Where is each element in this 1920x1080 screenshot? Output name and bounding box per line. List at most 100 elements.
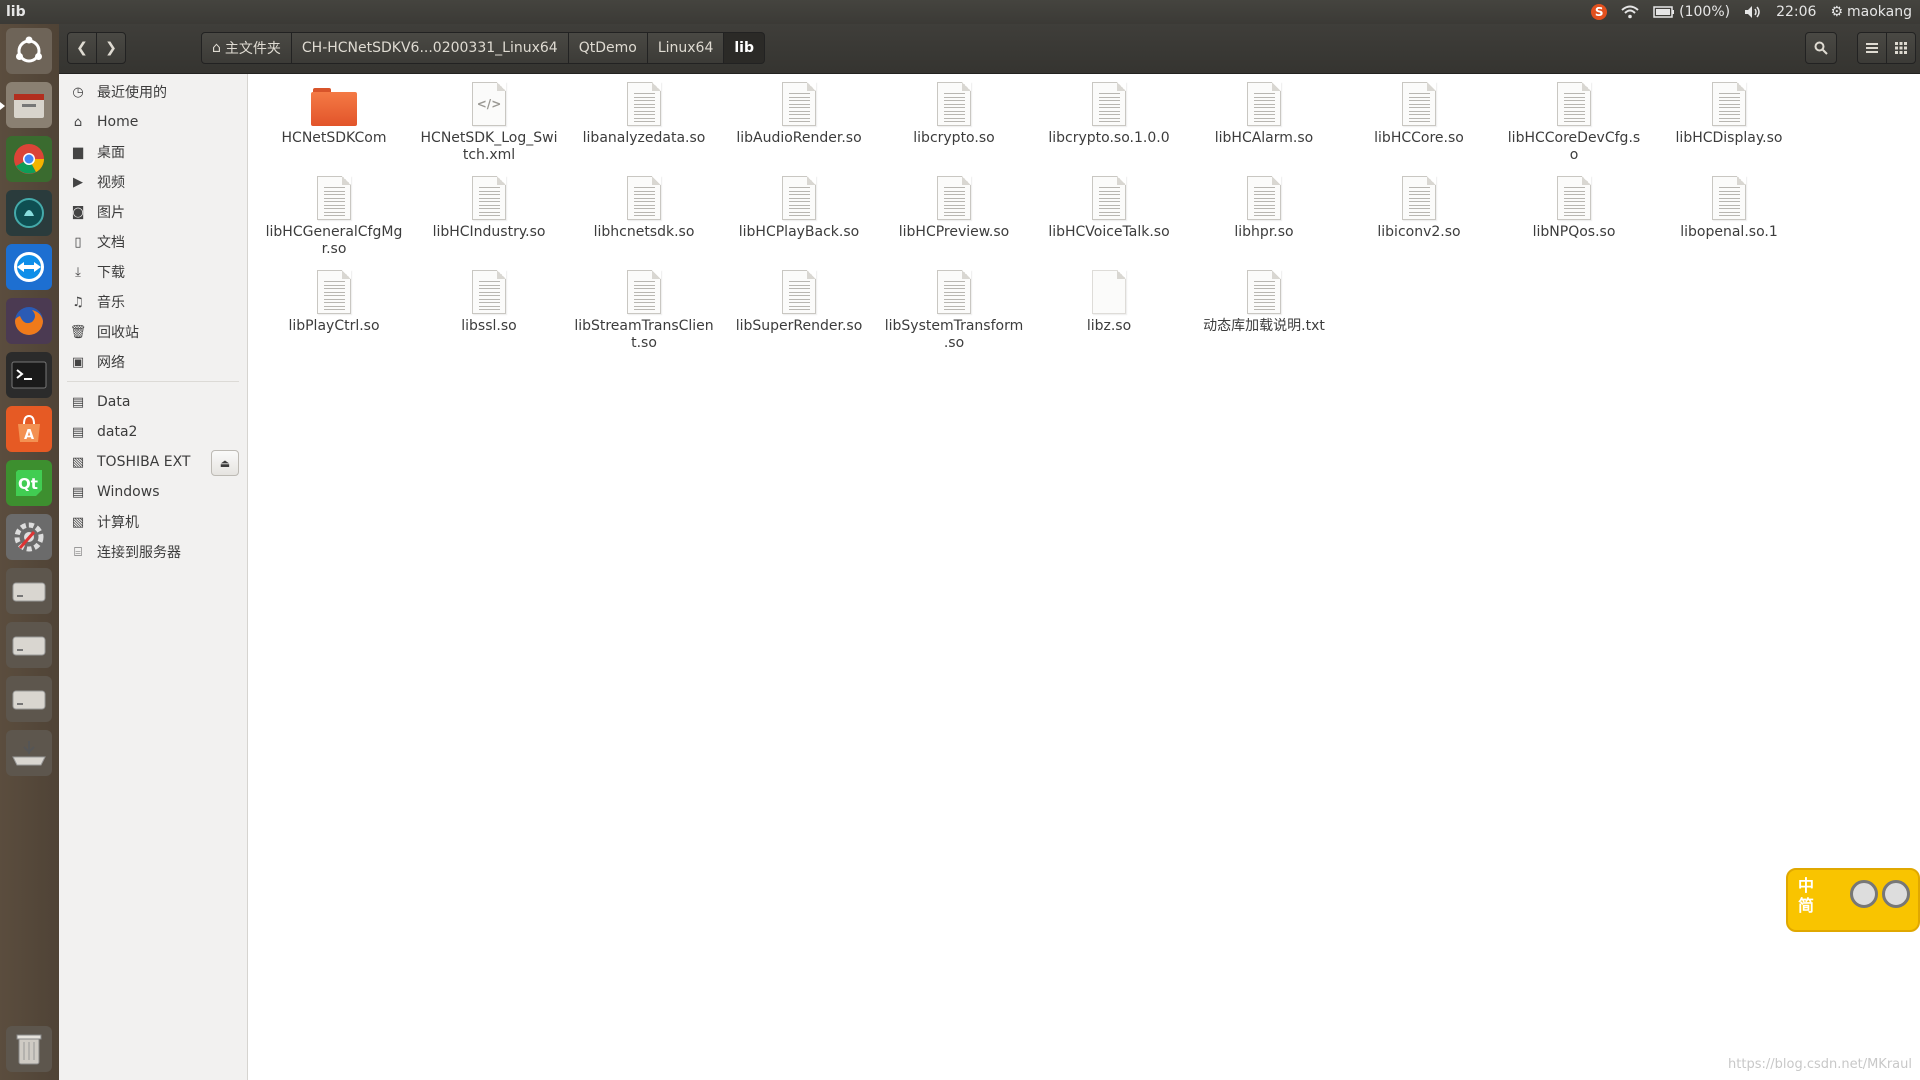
file-item[interactable]: libPlayCtrl.so (259, 270, 409, 335)
file-item[interactable]: libSuperRender.so (724, 270, 874, 335)
file-name: libiconv2.so (1377, 224, 1461, 240)
file-item[interactable]: libHCVoiceTalk.so (1034, 176, 1184, 241)
drive-icon[interactable] (6, 568, 52, 614)
files-app-icon[interactable] (6, 82, 52, 128)
sidebar-item-home[interactable]: ⌂ Home (59, 107, 247, 137)
top-panel: lib S (100%) 22:06 ⚙ maokang (0, 0, 1920, 24)
file-item[interactable]: libhcnetsdk.so (569, 176, 719, 241)
file-item[interactable]: libiconv2.so (1344, 176, 1494, 241)
sidebar-item-pictures[interactable]: ◙ 图片 (59, 197, 247, 227)
file-item[interactable]: HCNetSDKCom (259, 82, 409, 147)
ime-status-widget[interactable]: 中 简 (1786, 868, 1920, 932)
wifi-icon[interactable] (1621, 5, 1639, 19)
sidebar-item-data[interactable]: ▤ Data (59, 387, 247, 417)
breadcrumb-qtdemo[interactable]: QtDemo (568, 32, 648, 64)
file-name: libhpr.so (1234, 224, 1294, 240)
document-icon (317, 176, 351, 220)
terminal-icon[interactable] (6, 352, 52, 398)
file-name: HCNetSDK_Log_Switch.xml (420, 130, 558, 163)
session-menu[interactable]: ⚙ maokang (1830, 0, 1912, 24)
file-item[interactable]: libssl.so (414, 270, 564, 335)
clock[interactable]: 22:06 (1776, 0, 1816, 24)
sidebar-item-trash[interactable]: 🗑 回收站 (59, 317, 247, 347)
file-item[interactable]: libNPQos.so (1499, 176, 1649, 241)
file-item[interactable]: libhpr.so (1189, 176, 1339, 241)
file-item[interactable]: libHCIndustry.so (414, 176, 564, 241)
breadcrumb-lib[interactable]: lib (724, 32, 765, 64)
sidebar-item-computer[interactable]: ▧ 计算机 (59, 507, 247, 537)
forward-button[interactable]: ❯ (96, 32, 126, 64)
breadcrumb-sdk-folder[interactable]: CH-HCNetSDKV6...0200331_Linux64 (291, 32, 569, 64)
file-item[interactable]: libHCDisplay.so (1654, 82, 1804, 147)
sidebar-item-recent[interactable]: ◷ 最近使用的 (59, 77, 247, 107)
sidebar-item-windows[interactable]: ▤ Windows (59, 477, 247, 507)
svg-text:Qt: Qt (18, 475, 38, 493)
file-item[interactable]: libHCCore.so (1344, 82, 1494, 147)
system-settings-icon[interactable] (6, 514, 52, 560)
sidebar-item-videos[interactable]: ▶ 视频 (59, 167, 247, 197)
back-button[interactable]: ❮ (67, 32, 97, 64)
file-item[interactable]: libopenal.so.1 (1654, 176, 1804, 241)
drive-icon: ▤ (71, 484, 85, 500)
file-item[interactable]: libHCPreview.so (879, 176, 1029, 241)
software-center-icon[interactable]: A (6, 406, 52, 452)
file-name: libHCPreview.so (898, 224, 1010, 240)
file-item[interactable]: libHCGeneralCfgMgr.so (259, 176, 409, 258)
file-item[interactable]: </> HCNetSDK_Log_Switch.xml (414, 82, 564, 164)
file-item[interactable]: libcrypto.so.1.0.0 (1034, 82, 1184, 147)
sidebar-item-documents[interactable]: ▯ 文档 (59, 227, 247, 257)
file-item[interactable]: libHCAlarm.so (1189, 82, 1339, 147)
drive-icon[interactable] (6, 622, 52, 668)
sidebar-item-data2[interactable]: ▤ data2 (59, 417, 247, 447)
file-name: libHCDisplay.so (1675, 130, 1783, 146)
eject-button[interactable]: ⏏ (211, 450, 239, 476)
document-icon (1247, 82, 1281, 126)
document-icon (472, 176, 506, 220)
launcher: A Qt (0, 24, 60, 1080)
sidebar-item-network[interactable]: ▣ 网络 (59, 347, 247, 377)
file-item[interactable]: libz.so (1034, 270, 1184, 335)
window-title: lib (6, 4, 26, 20)
breadcrumb-linux64[interactable]: Linux64 (647, 32, 725, 64)
terminal-app-icon-teal[interactable] (6, 190, 52, 236)
file-item[interactable]: libHCPlayBack.so (724, 176, 874, 241)
sidebar-item-connect-server[interactable]: ⌸ 连接到服务器 (59, 537, 247, 567)
file-item[interactable]: libSystemTransform.so (879, 270, 1029, 352)
document-icon (627, 176, 661, 220)
file-item[interactable]: libAudioRender.so (724, 82, 874, 147)
file-name: HCNetSDKCom (281, 130, 387, 146)
chrome-icon[interactable] (6, 136, 52, 182)
file-name: libssl.so (461, 318, 517, 334)
list-icon (1866, 43, 1878, 53)
file-item[interactable]: 动态库加载说明.txt (1189, 270, 1339, 335)
volume-icon[interactable] (1744, 5, 1762, 19)
file-item[interactable]: libHCCoreDevCfg.so (1499, 82, 1649, 164)
drive-icon: ▤ (71, 424, 85, 440)
battery-indicator[interactable]: (100%) (1653, 0, 1730, 24)
file-item[interactable]: libanalyzedata.so (569, 82, 719, 147)
sidebar-item-downloads[interactable]: ⤓ 下载 (59, 257, 247, 287)
firefox-icon[interactable] (6, 298, 52, 344)
drive-icon[interactable] (6, 676, 52, 722)
file-item[interactable]: libcrypto.so (879, 82, 1029, 147)
qt-creator-icon[interactable]: Qt (6, 460, 52, 506)
trash-icon[interactable] (6, 1026, 52, 1072)
usb-drive-icon[interactable] (6, 730, 52, 776)
grid-view-button[interactable] (1886, 32, 1916, 64)
watermark: https://blog.csdn.net/MKraul (1728, 1057, 1912, 1072)
sogou-input-icon[interactable]: S (1591, 4, 1608, 20)
list-view-button[interactable] (1857, 32, 1887, 64)
search-button[interactable] (1805, 32, 1837, 64)
breadcrumb-home[interactable]: ⌂ 主文件夹 (201, 32, 292, 64)
dash-icon[interactable] (6, 28, 52, 74)
teamviewer-icon[interactable] (6, 244, 52, 290)
file-item[interactable]: libStreamTransClient.so (569, 270, 719, 352)
file-name: libNPQos.so (1532, 224, 1616, 240)
document-icon (937, 270, 971, 314)
document-icon (1557, 176, 1591, 220)
sidebar-item-toshiba[interactable]: ▧ TOSHIBA EXT ⏏ (59, 447, 247, 477)
sidebar-item-desktop[interactable]: ▆ 桌面 (59, 137, 247, 167)
sidebar-item-music[interactable]: ♫ 音乐 (59, 287, 247, 317)
chevron-right-icon: ❯ (105, 40, 117, 56)
folder-icon (311, 88, 357, 126)
